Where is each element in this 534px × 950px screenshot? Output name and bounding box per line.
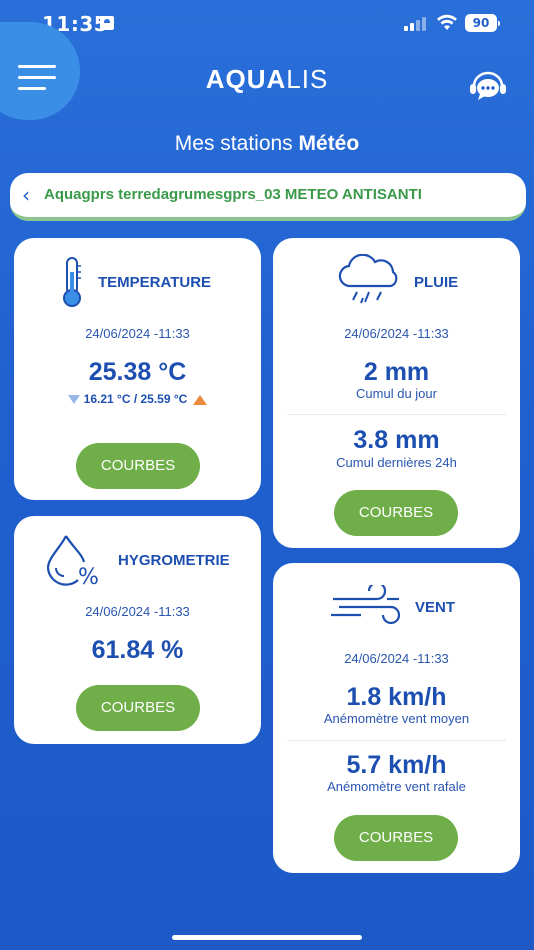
svg-text:%: % — [78, 565, 99, 588]
support-chat-button[interactable] — [466, 70, 510, 102]
temperature-value: 25.38 °C — [88, 358, 187, 386]
rain-24h-label: Cumul dernières 24h — [336, 455, 457, 470]
status-bar: 11:35 90 — [0, 0, 534, 50]
rain-curves-button[interactable]: COURBES — [334, 490, 458, 536]
rain-title: PLUIE — [414, 274, 459, 291]
temperature-title: TEMPERATURE — [98, 274, 212, 291]
wind-icon — [331, 585, 401, 625]
station-name: Aquagprs terredagrumesgprs_03 METEO ANTI… — [44, 186, 422, 203]
battery-icon: 90 — [465, 14, 500, 32]
thermometer-icon — [63, 257, 81, 307]
wind-card: VENT 24/06/2024 -11:33 1.8 km/h Anémomèt… — [273, 563, 520, 873]
wind-gust-value: 5.7 km/h — [346, 751, 447, 779]
chat-support-icon — [470, 71, 506, 100]
app-logo: AQUALIS — [205, 64, 329, 94]
page-title: Mes stations Météo — [174, 132, 360, 155]
humidity-date: 24/06/2024 -11:33 — [85, 604, 190, 619]
wind-gust-label: Anémomètre vent rafale — [327, 779, 466, 794]
rain-card: PLUIE 24/06/2024 -11:33 2 mm Cumul du jo… — [273, 238, 520, 548]
divider — [287, 740, 506, 741]
humidity-title: HYGROMETRIE — [118, 552, 230, 569]
rain-date: 24/06/2024 -11:33 — [344, 326, 449, 341]
max-arrow-icon — [193, 394, 208, 405]
min-arrow-icon — [67, 395, 80, 405]
wind-date: 24/06/2024 -11:33 — [344, 651, 449, 666]
humidity-value: 61.84 % — [91, 636, 184, 664]
rain-day-label: Cumul du jour — [356, 386, 437, 401]
humidity-drop-icon: % — [46, 535, 99, 588]
wifi-icon — [437, 14, 457, 30]
cellular-signal-icon — [404, 15, 430, 31]
temperature-minmax: 16.21 °C / 25.59 °C — [14, 392, 261, 406]
temperature-curves-button[interactable]: COURBES — [76, 443, 200, 489]
temperature-date: 24/06/2024 -11:33 — [85, 326, 190, 341]
home-indicator[interactable] — [172, 935, 362, 940]
wind-curves-button[interactable]: COURBES — [334, 815, 458, 861]
divider — [287, 414, 506, 415]
contact-card-icon — [100, 16, 114, 30]
rain-cloud-icon — [338, 254, 398, 304]
wind-mean-value: 1.8 km/h — [346, 683, 447, 711]
temperature-card: TEMPERATURE 24/06/2024 -11:33 25.38 °C 1… — [14, 238, 261, 500]
humidity-card: % HYGROMETRIE 24/06/2024 -11:33 61.84 % … — [14, 516, 261, 744]
wind-mean-label: Anémomètre vent moyen — [323, 711, 470, 726]
rain-24h-value: 3.8 mm — [353, 426, 440, 454]
chevron-left-icon[interactable]: ‹ — [22, 183, 30, 207]
rain-day-value: 2 mm — [363, 358, 430, 386]
wind-title: VENT — [415, 599, 456, 616]
humidity-curves-button[interactable]: COURBES — [76, 685, 200, 731]
station-selector[interactable]: ‹ Aquagprs terredagrumesgprs_03 METEO AN… — [10, 173, 526, 221]
